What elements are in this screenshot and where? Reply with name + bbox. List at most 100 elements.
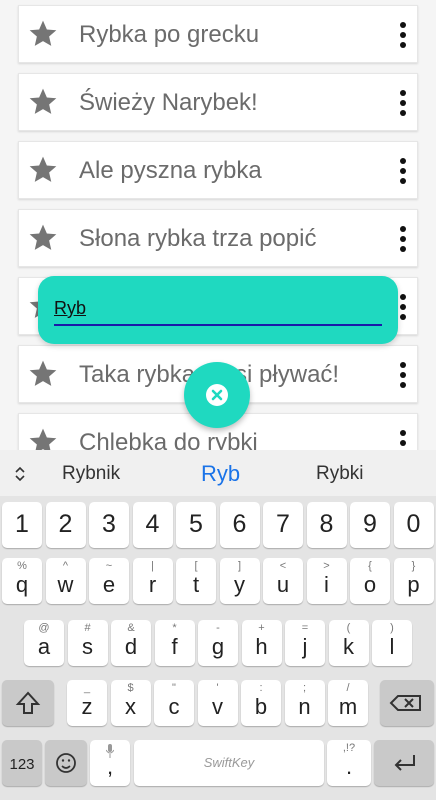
expand-chevron-icon[interactable] (12, 464, 28, 484)
star-icon[interactable] (27, 358, 59, 390)
star-icon[interactable] (27, 154, 59, 186)
key-r[interactable]: | r (132, 558, 173, 604)
key-label: c (168, 694, 180, 719)
star-icon[interactable] (27, 426, 59, 450)
key-m[interactable]: / m (328, 680, 368, 726)
key-j[interactable]: = j (285, 620, 325, 666)
key-w[interactable]: ^ w (45, 558, 86, 604)
key-label: 5 (189, 510, 203, 538)
star-icon[interactable] (27, 86, 59, 118)
enter-key[interactable] (374, 740, 434, 786)
key-4[interactable]: 4 (132, 502, 173, 548)
key-label: u (276, 572, 290, 597)
space-key[interactable]: SwiftKey (134, 740, 324, 786)
more-options-icon[interactable] (399, 90, 407, 118)
key-f[interactable]: * f (154, 620, 195, 666)
key-label: y (234, 572, 245, 597)
symbols-key[interactable]: 123 (2, 740, 42, 786)
key-8[interactable]: 8 (306, 502, 347, 548)
key-v[interactable]: ' v (197, 680, 238, 726)
star-icon[interactable] (27, 222, 59, 254)
key-label: l (389, 634, 395, 659)
key-l[interactable]: ) l (372, 620, 412, 666)
key-label: e (102, 572, 116, 597)
clear-button[interactable] (184, 362, 250, 428)
key-d[interactable]: & d (111, 620, 151, 666)
key-z[interactable]: _ z (67, 680, 107, 726)
key-6[interactable]: 6 (219, 502, 260, 548)
key-alt-label: + (258, 622, 265, 634)
more-options-icon[interactable] (399, 430, 407, 450)
list-item[interactable]: Ale pyszna rybka (18, 141, 418, 199)
key-a[interactable]: @ a (24, 620, 64, 666)
more-options-icon[interactable] (399, 362, 407, 390)
list-item[interactable]: Rybka po grecku (18, 5, 418, 63)
key-alt-label: > (323, 560, 330, 572)
search-input[interactable]: Ryb (54, 298, 86, 319)
more-options-icon[interactable] (399, 294, 407, 322)
key-label: q (15, 572, 29, 597)
close-icon (206, 384, 228, 406)
key-alt-label: < (279, 560, 287, 572)
swiftkey-logo: SwiftKey (203, 755, 255, 770)
key-alt-label: * (172, 622, 177, 634)
key-c[interactable]: " c (154, 680, 194, 726)
key-label: 7 (276, 510, 290, 538)
key-label: f (171, 634, 178, 659)
key-t[interactable]: [t (176, 558, 216, 604)
key-k[interactable]: (k (328, 620, 369, 666)
key-3[interactable]: 3 (89, 502, 129, 548)
key-i[interactable]: > i (306, 558, 347, 604)
comma-key[interactable]: , (90, 740, 130, 786)
backspace-icon (389, 695, 421, 711)
key-alt-label: @ (38, 622, 50, 634)
key-alt-label: ; (302, 682, 307, 694)
more-options-icon[interactable] (399, 226, 407, 254)
key-0[interactable]: 0 (393, 502, 434, 548)
key-n[interactable]: ; n (284, 680, 325, 726)
star-icon[interactable] (27, 18, 59, 50)
key-b[interactable]: :b (241, 680, 281, 726)
key-u[interactable]: < u (263, 558, 303, 604)
key-alt-label: & (127, 622, 135, 634)
key-5[interactable]: 5 (176, 502, 216, 548)
key-e[interactable]: ~ e (89, 558, 129, 604)
emoji-key[interactable] (45, 740, 87, 786)
key-label: z (81, 694, 93, 719)
key-o[interactable]: {o (350, 558, 390, 604)
key-7[interactable]: 7 (263, 502, 303, 548)
list-item[interactable]: Słona rybka trza popić (18, 209, 418, 267)
list-item-title: Ale pyszna rybka (79, 157, 262, 184)
key-label: m (338, 694, 358, 719)
key-9[interactable]: 9 (350, 502, 390, 548)
more-options-icon[interactable] (399, 158, 407, 186)
key-label: x (125, 694, 136, 719)
suggestion-left[interactable]: Rybnik (62, 450, 120, 498)
key-2[interactable]: 2 (45, 502, 86, 548)
key-y[interactable]: ] y (219, 558, 260, 604)
key-alt-label: _ (83, 682, 91, 694)
enter-icon (394, 755, 415, 771)
key-label: 1 (15, 510, 29, 538)
suggestion-center[interactable]: Ryb (201, 450, 240, 498)
search-popup: Ryb (38, 276, 398, 344)
key-g[interactable]: -g (198, 620, 238, 666)
period-key[interactable]: ,!?. (327, 740, 371, 786)
key-h[interactable]: + h (241, 620, 282, 666)
key-alt-label: $ (127, 682, 134, 694)
key-1[interactable]: 1 (2, 502, 42, 548)
key-x[interactable]: $ x (110, 680, 151, 726)
key-label: h (255, 634, 268, 659)
key-p[interactable]: } p (393, 558, 434, 604)
key-s[interactable]: # s (67, 620, 108, 666)
more-options-icon[interactable] (399, 22, 407, 50)
emoji-icon (56, 753, 76, 773)
recipe-list: Rybka po grecku Świeży Narybek! Ale pysz… (0, 0, 436, 450)
list-item[interactable]: Świeży Narybek! (18, 73, 418, 131)
shift-key[interactable] (2, 680, 54, 726)
suggestion-right[interactable]: Rybki (316, 450, 364, 498)
backspace-key[interactable] (380, 680, 434, 726)
key-label: v (212, 694, 223, 719)
key-q[interactable]: % q (2, 558, 42, 604)
key-alt-label: ,!? (342, 742, 356, 754)
